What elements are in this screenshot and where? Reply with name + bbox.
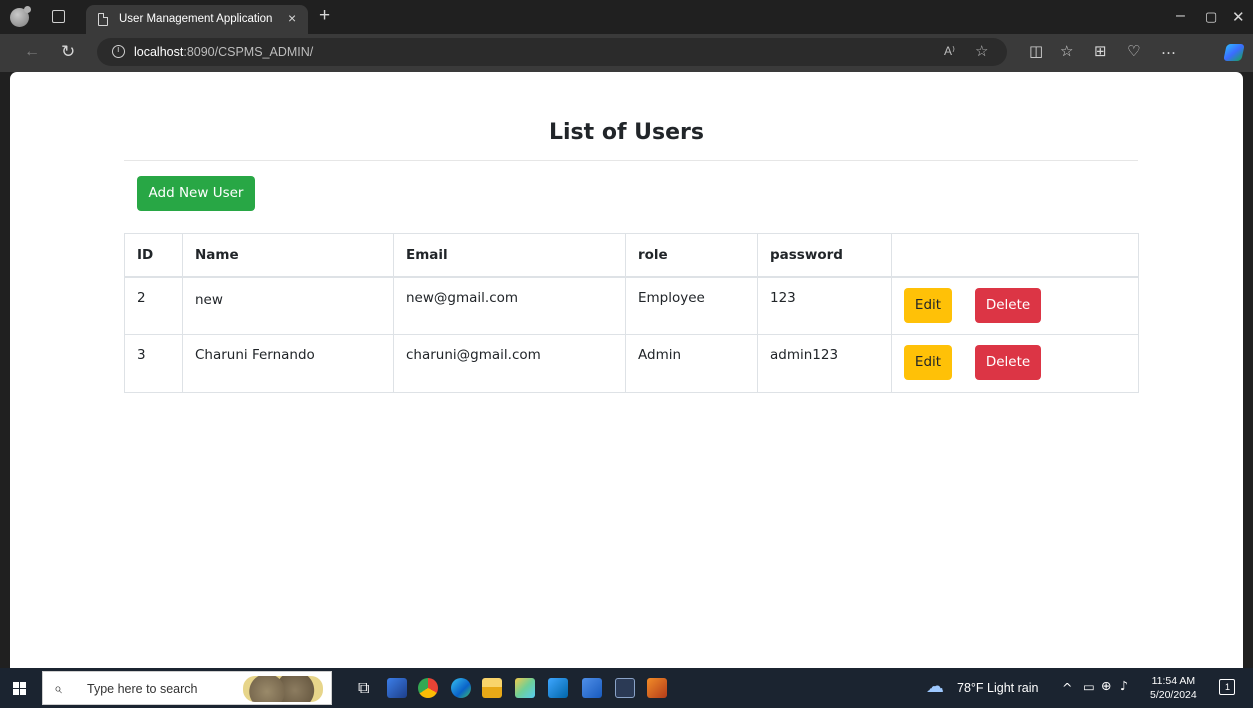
maximize-button[interactable]: ▢ bbox=[1205, 9, 1217, 25]
favorite-star-icon[interactable]: ☆ bbox=[975, 42, 988, 60]
header-password: password bbox=[757, 233, 892, 278]
paint-icon[interactable] bbox=[515, 678, 535, 698]
read-aloud-icon[interactable]: A⁾ bbox=[944, 44, 955, 58]
edge-icon[interactable] bbox=[451, 678, 471, 698]
terminal-icon[interactable] bbox=[387, 678, 407, 698]
cell-password: 123 bbox=[757, 276, 892, 335]
cell-id: 2 bbox=[124, 276, 183, 335]
cell-email: new@gmail.com bbox=[393, 276, 626, 335]
search-highlight-image bbox=[243, 676, 323, 702]
cell-password: admin123 bbox=[757, 334, 892, 393]
refresh-icon[interactable]: ↻ bbox=[61, 42, 75, 62]
page-viewport: List of Users Add New User ID Name Email… bbox=[10, 72, 1243, 668]
page-title: List of Users bbox=[549, 120, 704, 145]
header-name: Name bbox=[182, 233, 394, 278]
edit-button[interactable]: Edit bbox=[904, 345, 952, 380]
search-placeholder: Type here to search bbox=[87, 682, 198, 696]
header-actions bbox=[891, 233, 1139, 278]
page-icon bbox=[98, 13, 108, 26]
clock-time: 11:54 AM bbox=[1151, 675, 1196, 687]
edit-button[interactable]: Edit bbox=[904, 287, 952, 323]
network-icon[interactable]: ⊕ bbox=[1101, 678, 1111, 693]
task-view-icon[interactable]: ⧉ bbox=[358, 678, 369, 698]
title-divider bbox=[124, 160, 1138, 161]
header-id: ID bbox=[124, 233, 183, 278]
volume-muted-icon[interactable]: ♪ bbox=[1120, 678, 1128, 693]
battery-icon[interactable]: ▭ bbox=[1083, 679, 1095, 694]
clock[interactable]: 11:54 AM 5/20/2024 bbox=[1150, 674, 1197, 702]
profile-avatar-icon[interactable] bbox=[10, 6, 31, 27]
browser-essentials-icon[interactable]: ♡ bbox=[1127, 42, 1140, 60]
vscode-icon[interactable] bbox=[548, 678, 568, 698]
collections-icon[interactable]: ⊞ bbox=[1094, 42, 1107, 60]
tab-actions-icon[interactable] bbox=[52, 10, 65, 23]
notification-count: 1 bbox=[1225, 682, 1231, 692]
tab-title: User Management Application bbox=[119, 13, 273, 25]
url-path: :8090/CSPMS_ADMIN/ bbox=[183, 45, 314, 59]
cell-role: Admin bbox=[625, 334, 758, 393]
browser-toolbar: ← ↻ localhost:8090/CSPMS_ADMIN/ A⁾ ☆ ◫ ☆… bbox=[0, 34, 1253, 72]
table-header-row: ID Name Email role password bbox=[124, 233, 1139, 278]
ssms-icon[interactable] bbox=[615, 678, 635, 698]
chrome-icon[interactable] bbox=[418, 678, 438, 698]
word-icon[interactable] bbox=[582, 678, 602, 698]
new-tab-button[interactable]: + bbox=[319, 6, 330, 25]
tab-close-icon[interactable]: × bbox=[288, 11, 296, 25]
url-host: localhost bbox=[134, 45, 184, 59]
xampp-icon[interactable] bbox=[647, 678, 667, 698]
show-hidden-icons-chevron-icon[interactable]: ^ bbox=[1062, 680, 1072, 695]
copilot-icon[interactable] bbox=[1223, 44, 1245, 61]
back-arrow-icon[interactable]: ← bbox=[24, 43, 40, 61]
minimize-button[interactable]: – bbox=[1176, 7, 1185, 25]
cell-id: 3 bbox=[124, 334, 183, 393]
windows-start-icon[interactable] bbox=[13, 682, 27, 695]
taskbar-search-box[interactable]: ⌕ Type here to search bbox=[42, 671, 332, 705]
header-role: role bbox=[625, 233, 758, 278]
split-screen-icon[interactable]: ◫ bbox=[1029, 42, 1043, 60]
table-row: 3 Charuni Fernando charuni@gmail.com Adm… bbox=[124, 334, 1139, 393]
more-menu-icon[interactable]: … bbox=[1161, 40, 1176, 58]
delete-button[interactable]: Delete bbox=[975, 287, 1041, 323]
add-new-user-button[interactable]: Add New User bbox=[137, 176, 255, 211]
cell-name: new bbox=[182, 276, 394, 335]
cell-name: Charuni Fernando bbox=[182, 334, 394, 393]
favorites-icon[interactable]: ☆ bbox=[1060, 42, 1073, 60]
close-window-button[interactable]: ✕ bbox=[1232, 8, 1245, 26]
url-text: localhost:8090/CSPMS_ADMIN/ bbox=[134, 45, 313, 59]
weather-cloud-icon: ☁ bbox=[926, 676, 944, 696]
users-table: ID Name Email role password 2 new new@gm… bbox=[124, 233, 1139, 393]
cell-actions: Edit Delete bbox=[891, 276, 1139, 335]
tab-user-management[interactable]: User Management Application × bbox=[86, 5, 308, 34]
cell-email: charuni@gmail.com bbox=[393, 334, 626, 393]
windows-taskbar: ⌕ Type here to search ⧉ ☁ 78°F Light rai… bbox=[0, 668, 1253, 708]
address-bar[interactable]: localhost:8090/CSPMS_ADMIN/ A⁾ ☆ bbox=[97, 38, 1007, 66]
browser-title-bar: User Management Application × + – ▢ ✕ bbox=[0, 0, 1253, 34]
site-info-icon[interactable] bbox=[112, 45, 125, 58]
clock-date: 5/20/2024 bbox=[1150, 689, 1197, 701]
file-explorer-icon[interactable] bbox=[482, 678, 502, 698]
cell-role: Employee bbox=[625, 276, 758, 335]
notification-center-icon[interactable]: 1 bbox=[1219, 679, 1235, 695]
cell-actions: Edit Delete bbox=[891, 334, 1139, 393]
weather-text[interactable]: 78°F Light rain bbox=[957, 681, 1038, 695]
header-email: Email bbox=[393, 233, 626, 278]
search-icon: ⌕ bbox=[54, 680, 62, 696]
delete-button[interactable]: Delete bbox=[975, 345, 1041, 380]
table-row: 2 new new@gmail.com Employee 123 Edit Del… bbox=[124, 276, 1139, 335]
